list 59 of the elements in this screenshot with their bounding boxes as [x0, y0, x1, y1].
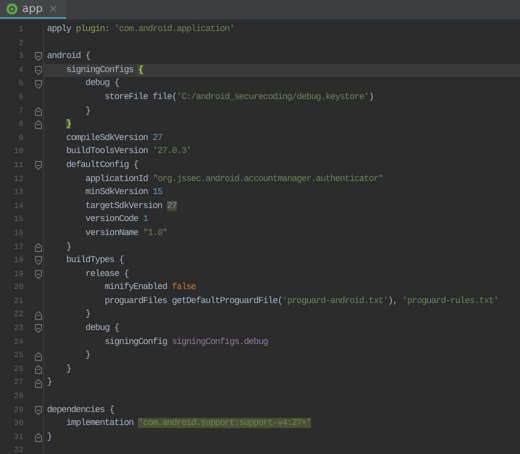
- code-line: buildToolsVersion '27.0.3': [65, 145, 192, 158]
- code-line: }: [84, 349, 92, 362]
- code-line: android {: [46, 50, 92, 64]
- line-number: 30: [12, 418, 24, 430]
- line-number: 12: [12, 174, 24, 186]
- code-line: }: [65, 240, 72, 254]
- line-number: 29: [12, 404, 24, 417]
- code-line: proguardFiles getDefaultProguardFile('proguard-android.txt'), 'proguard-rules.txt': [104, 294, 500, 308]
- code-line: }: [46, 430, 53, 444]
- line-number: 24: [12, 336, 24, 349]
- line-number: 26: [12, 364, 24, 376]
- code-line: signingConfig signingConfigs.debug: [104, 336, 269, 349]
- line-number: 22: [12, 309, 24, 322]
- line-number: 8: [18, 119, 24, 132]
- line-number: 25: [12, 350, 24, 362]
- code-line: versionCode 1: [84, 213, 149, 226]
- code-line: targetSdkVersion 27: [84, 200, 178, 213]
- code-line: }: [46, 376, 53, 390]
- code-line: debug {: [84, 322, 120, 336]
- code-line: storeFile file('C:/android_securecoding/debug.keystore'): [104, 90, 374, 104]
- line-number: 10: [12, 146, 24, 158]
- code-line: buildTypes {: [65, 254, 125, 268]
- line-number: 3: [18, 51, 24, 64]
- line-number: 14: [12, 200, 24, 213]
- line-number: 11: [12, 160, 24, 172]
- line-number: 19: [12, 268, 24, 281]
- line-number: 18: [12, 255, 24, 268]
- line-number: 27: [12, 377, 24, 390]
- code-line: apply plugin: 'com.android.application': [46, 23, 236, 36]
- line-number: 16: [12, 228, 24, 240]
- line-number: 23: [12, 323, 24, 336]
- code-line: dependencies {: [46, 404, 116, 417]
- line-number: 1: [18, 24, 24, 36]
- line-number: 31: [12, 432, 24, 444]
- line-number: 32: [12, 445, 24, 454]
- code-line: applicationId "org.jssec.android.accountmanager.authenticator": [84, 172, 384, 186]
- code-line: minSdkVersion 15: [84, 186, 164, 200]
- code-line: versionName "1.0": [84, 226, 168, 240]
- code-line: release {: [84, 268, 130, 281]
- line-number: 9: [18, 132, 24, 145]
- line-number: 28: [12, 391, 24, 404]
- code-line: minifyEnabled false: [104, 281, 197, 294]
- line-number: 6: [18, 92, 24, 104]
- code-line: debug {: [84, 77, 120, 90]
- code-line: compileSdkVersion 27: [65, 132, 164, 145]
- code-line: defaultConfig {: [65, 158, 140, 172]
- line-number: 2: [18, 38, 24, 50]
- code-line: }: [84, 308, 92, 322]
- line-number: 7: [18, 106, 24, 118]
- line-number: 20: [12, 282, 24, 294]
- line-number: 5: [18, 78, 24, 90]
- editor-tab[interactable]: app ×: [0, 0, 66, 19]
- line-number: 13: [12, 187, 24, 200]
- code-line: }: [65, 362, 72, 376]
- line-number: 17: [12, 242, 24, 254]
- line-number: 21: [12, 296, 24, 308]
- line-number: 15: [12, 214, 24, 226]
- line-number: 4: [18, 64, 24, 77]
- code-line: }: [84, 104, 92, 118]
